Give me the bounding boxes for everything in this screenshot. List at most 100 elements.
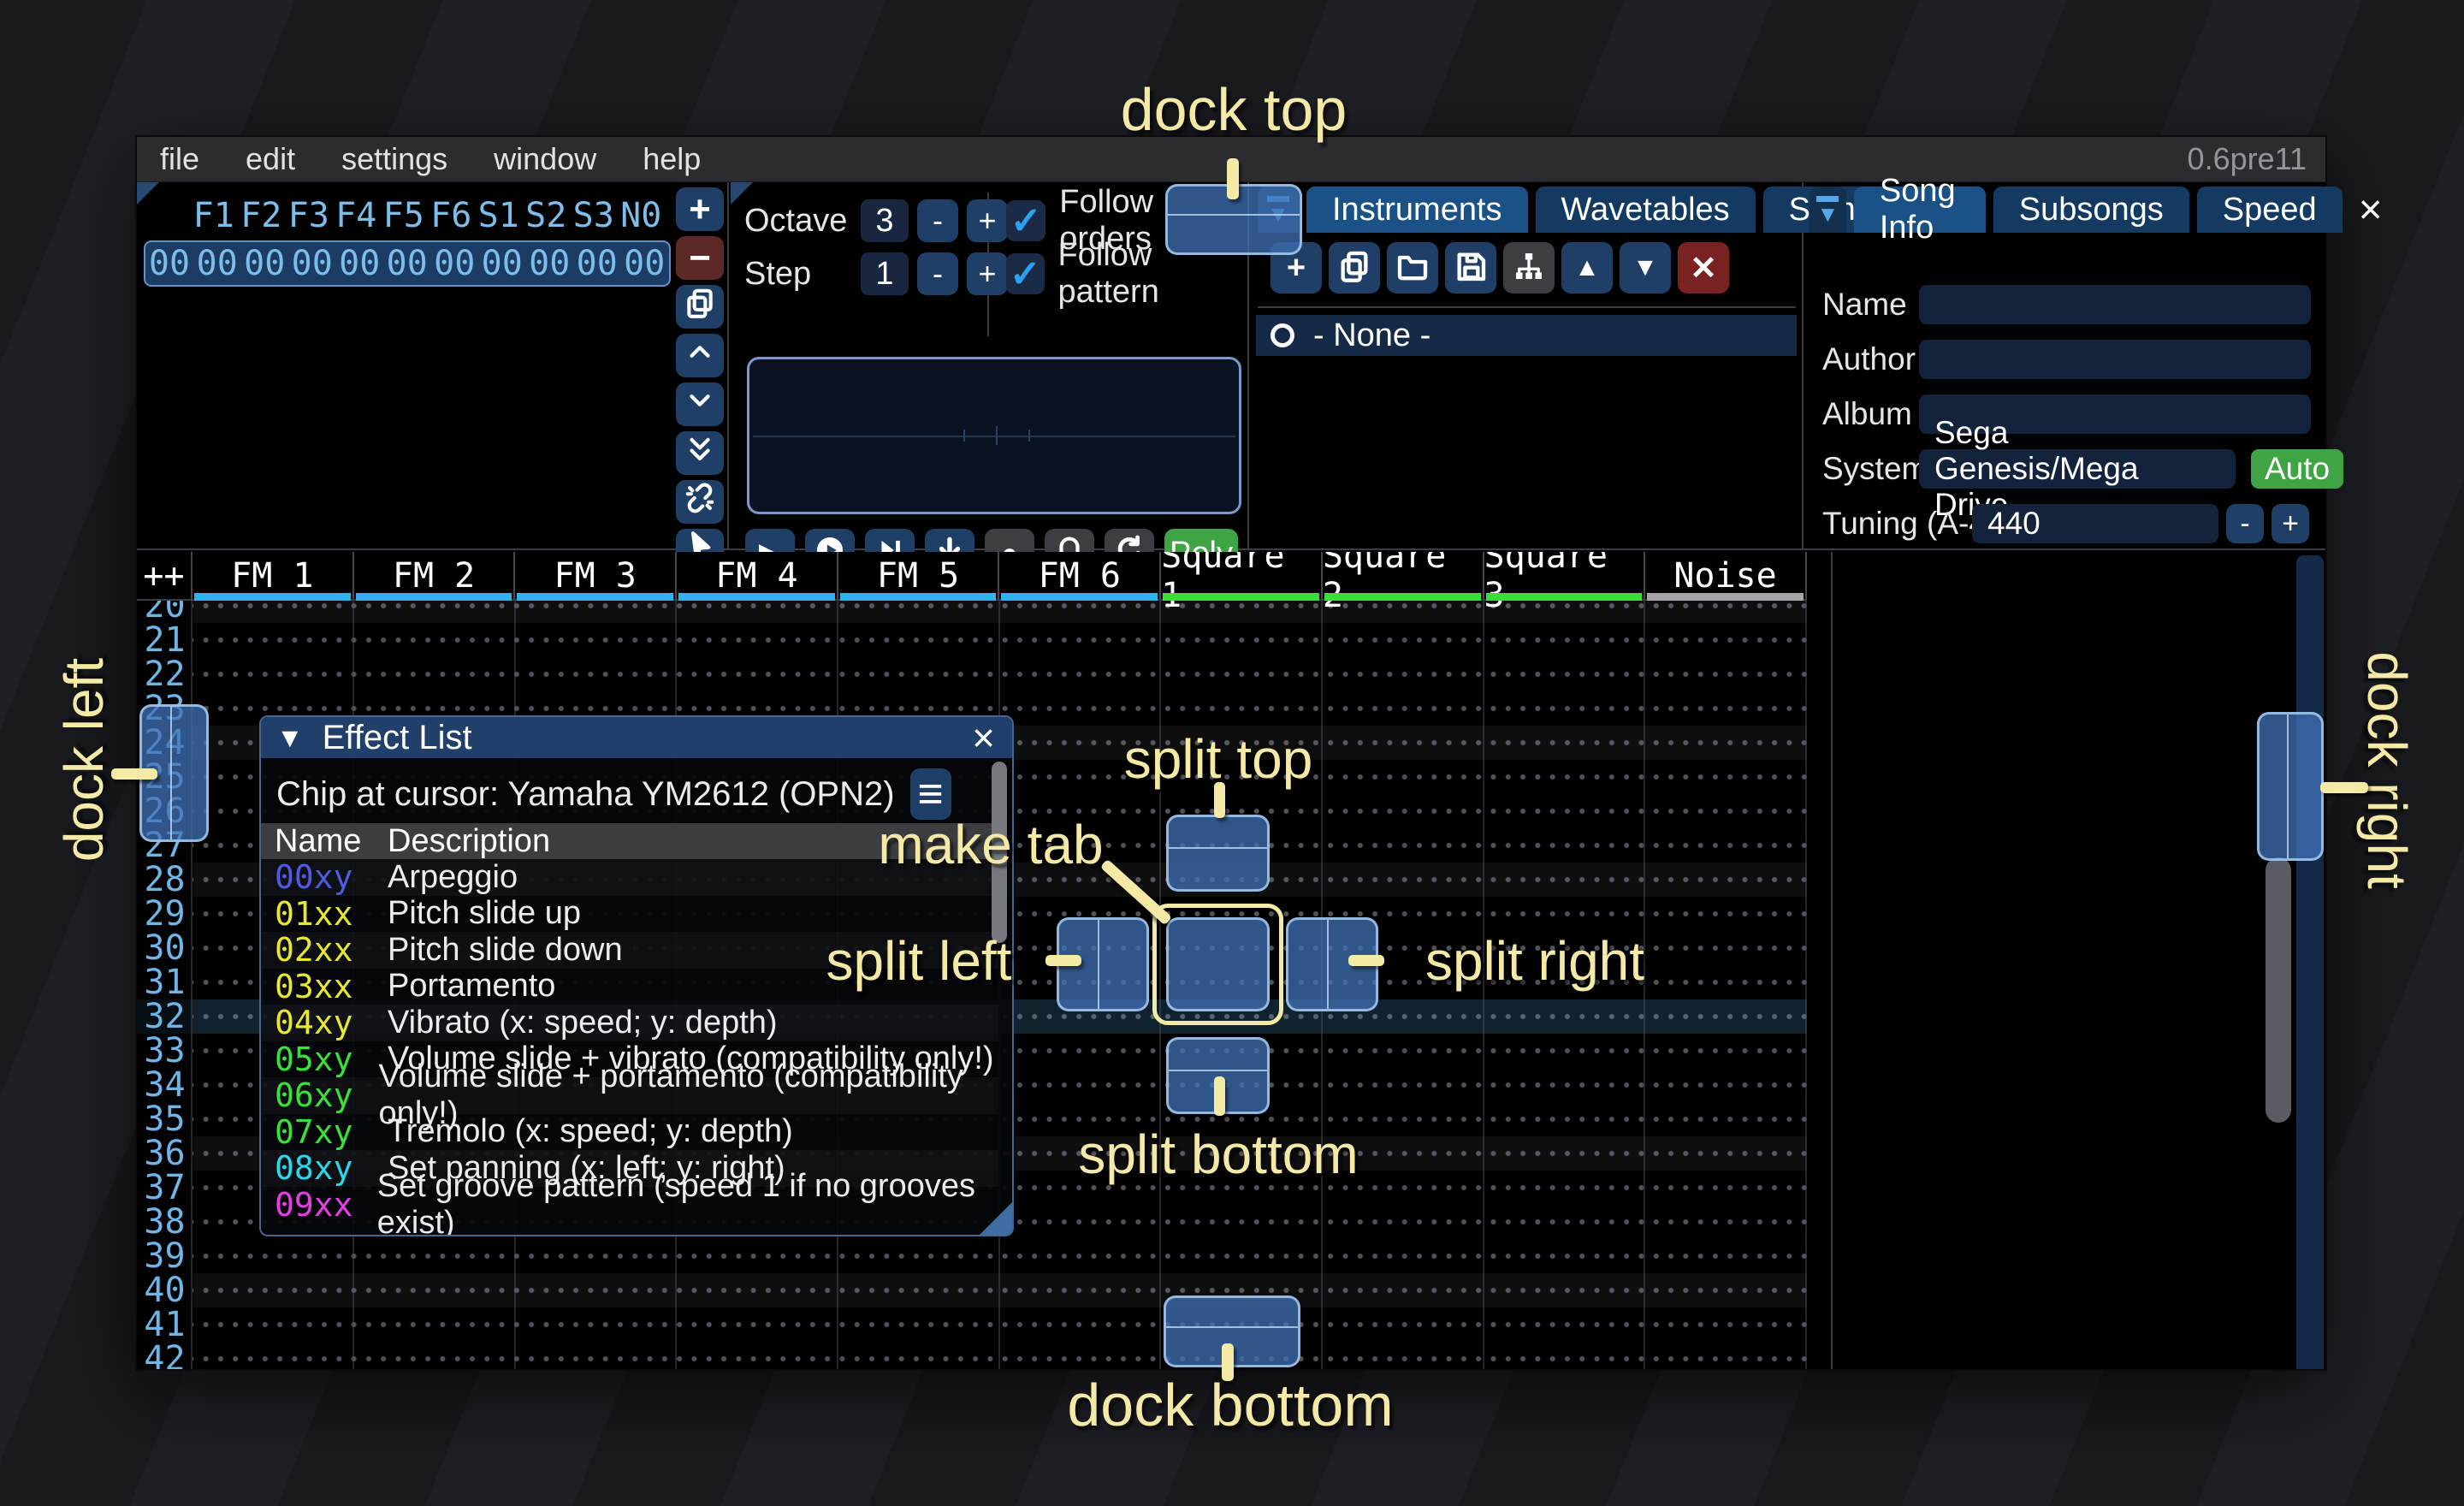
order-cell[interactable]: 00 xyxy=(288,244,336,283)
menu-item[interactable]: edit xyxy=(222,137,318,181)
system-select[interactable]: Sega Genesis/Mega Drive xyxy=(1919,449,2236,489)
close-effect-list-button[interactable]: × xyxy=(955,715,1012,761)
channel-color-bar xyxy=(678,593,835,601)
asset-tab[interactable]: Wavetables xyxy=(1536,187,1756,233)
octave-increase-button[interactable]: + xyxy=(967,199,1008,242)
move-instrument-up-button[interactable]: ▲ xyxy=(1561,242,1613,293)
tab-list-popup-button[interactable]: ▼ xyxy=(1810,187,1846,233)
collapse-window-icon[interactable]: ▼ xyxy=(276,722,304,754)
tuning-field[interactable]: 440 xyxy=(1972,504,2218,543)
open-instrument-button[interactable] xyxy=(1387,242,1438,293)
pattern-row[interactable]: 21 xyxy=(137,623,1807,657)
order-duplicate-end-button[interactable] xyxy=(676,431,724,475)
move-instrument-down-button[interactable]: ▼ xyxy=(1620,242,1671,293)
annotation-dock-bottom: dock bottom xyxy=(1067,1371,1393,1439)
pattern-scrollbar-track[interactable] xyxy=(2296,555,2324,1369)
window-resize-grip[interactable] xyxy=(980,1202,1012,1235)
save-instrument-button[interactable] xyxy=(1445,242,1496,293)
order-cell[interactable]: 00 xyxy=(241,244,289,283)
pattern-row[interactable]: 22 xyxy=(137,657,1807,691)
folder-open-icon xyxy=(1395,249,1430,288)
order-cell[interactable]: 00 xyxy=(336,244,384,283)
order-duplicate-button[interactable] xyxy=(676,285,724,329)
instrument-type-tree-button[interactable] xyxy=(1503,242,1555,293)
row-number: 36 xyxy=(137,1136,192,1171)
row-number: 32 xyxy=(137,999,192,1034)
order-cell[interactable]: 00 xyxy=(621,244,669,283)
broken-link-icon xyxy=(684,481,716,524)
order-deep-clone-button[interactable] xyxy=(676,480,724,524)
effect-code: 03xx xyxy=(275,968,388,1005)
octave-value[interactable]: 3 xyxy=(861,199,909,242)
system-auto-button[interactable]: Auto xyxy=(2251,449,2343,489)
step-increase-button[interactable]: + xyxy=(967,252,1008,295)
split-target-top[interactable] xyxy=(1166,815,1270,892)
channel-header[interactable]: Square 3 xyxy=(1484,552,1646,599)
pattern-row[interactable]: 40 xyxy=(137,1273,1807,1307)
channel-name: FM 2 xyxy=(393,556,475,596)
menu-item[interactable]: file xyxy=(137,137,222,181)
floppy-disk-icon xyxy=(1454,249,1488,288)
effect-list-titlebar[interactable]: ▼ Effect List × xyxy=(261,717,1012,758)
expand-all-button[interactable]: ++ xyxy=(137,552,192,599)
step-value[interactable]: 1 xyxy=(861,252,909,295)
menu-item[interactable]: window xyxy=(471,137,619,181)
instrument-list-item-none[interactable]: - None - xyxy=(1256,315,1797,356)
effect-table: 00xy Arpeggio 01xx Pitch slide up 02xx P… xyxy=(261,859,998,1223)
song-info-panel: ▼ Song InfoSubsongsSpeed × Name Author A… xyxy=(1805,182,2325,548)
channel-header[interactable]: FM 1 xyxy=(192,552,354,599)
channel-header[interactable]: Square 2 xyxy=(1323,552,1484,599)
pattern-row[interactable]: 39 xyxy=(137,1239,1807,1273)
effect-row: 01xx Pitch slide up xyxy=(261,896,998,933)
pattern-row[interactable]: 41 xyxy=(137,1307,1807,1342)
tuning-decrease-button[interactable]: - xyxy=(2226,504,2264,543)
order-move-up-button[interactable] xyxy=(676,334,724,377)
channel-header[interactable]: FM 2 xyxy=(354,552,516,599)
pattern-row[interactable]: 42 xyxy=(137,1342,1807,1369)
instrument-toolbar: + ▲ ▼ ✕ xyxy=(1270,242,1729,293)
effect-description: Tremolo (x: speed; y: depth) xyxy=(388,1113,793,1150)
channel-header[interactable]: Square 1 xyxy=(1161,552,1323,599)
channel-color-bar xyxy=(1001,593,1158,601)
dock-target-right[interactable] xyxy=(2257,712,2324,861)
follow-pattern-checkbox[interactable]: ✓ xyxy=(1006,253,1045,294)
orders-selected-row[interactable]: 00 00000000000000000000 xyxy=(144,240,671,287)
order-remove-button[interactable]: − xyxy=(676,236,724,280)
channel-header[interactable]: Noise xyxy=(1645,552,1807,599)
delete-instrument-button[interactable]: ✕ xyxy=(1678,242,1729,293)
close-panel-button[interactable]: × xyxy=(2350,187,2391,233)
channel-color-bar xyxy=(1163,593,1319,601)
order-add-button[interactable]: + xyxy=(676,187,724,231)
order-cell[interactable]: 00 xyxy=(526,244,574,283)
order-cell[interactable]: 00 xyxy=(193,244,241,283)
menu-item[interactable]: settings xyxy=(318,137,471,181)
asset-tab[interactable]: Instruments xyxy=(1306,187,1528,233)
channel-header[interactable]: FM 3 xyxy=(515,552,677,599)
channel-header[interactable]: FM 5 xyxy=(838,552,1000,599)
menu-item[interactable]: help xyxy=(619,137,724,181)
channel-header[interactable]: FM 4 xyxy=(677,552,838,599)
instruments-panel: ▼ InstrumentsWavetablesSamples × + ▲ ▼ ✕… xyxy=(1252,182,1802,548)
effect-list-menu-button[interactable]: ≡ xyxy=(910,768,951,820)
name-field[interactable] xyxy=(1919,285,2311,324)
row-number: 31 xyxy=(137,965,192,999)
tuning-increase-button[interactable]: + xyxy=(2272,504,2309,543)
orders-panel: F1F2F3F4F5F6S1S2S3N0 00 0000000000000000… xyxy=(137,182,676,548)
order-cell[interactable]: 00 xyxy=(431,244,479,283)
order-cell[interactable]: 00 xyxy=(478,244,526,283)
follow-orders-checkbox[interactable]: ✓ xyxy=(1006,200,1045,241)
step-decrease-button[interactable]: - xyxy=(917,252,958,295)
instrument-none-label: - None - xyxy=(1313,317,1430,354)
order-cell[interactable]: 00 xyxy=(573,244,621,283)
order-move-down-button[interactable] xyxy=(676,382,724,426)
pattern-scrollbar-thumb[interactable] xyxy=(2266,857,2291,1123)
duplicate-instrument-button[interactable] xyxy=(1329,242,1380,293)
panel-divider xyxy=(1802,182,1804,548)
octave-decrease-button[interactable]: - xyxy=(917,199,958,242)
order-cell[interactable]: 00 xyxy=(383,244,431,283)
song-tab[interactable]: Song Info xyxy=(1854,187,1986,233)
song-tab[interactable]: Speed xyxy=(2197,187,2343,233)
song-tab[interactable]: Subsongs xyxy=(1993,187,2189,233)
channel-header[interactable]: FM 6 xyxy=(999,552,1161,599)
author-field[interactable] xyxy=(1919,340,2311,379)
